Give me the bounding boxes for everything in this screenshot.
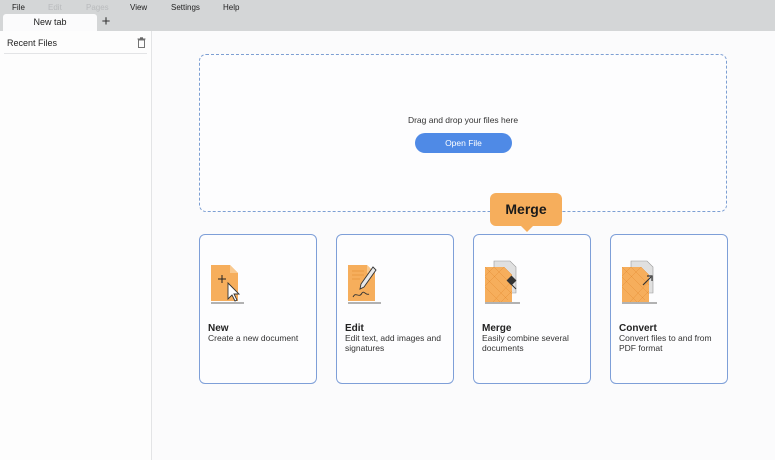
new-document-icon [211,265,244,304]
card-convert[interactable]: Convert Convert files to and from PDF fo… [610,234,728,384]
tooltip-arrow [521,226,533,232]
drop-hint: Drag and drop your files here [407,115,519,125]
tab-new-tab[interactable]: New tab [3,14,97,31]
menu-edit[interactable]: Edit [48,3,62,12]
sidebar: Recent Files [0,31,152,460]
edit-document-icon [348,265,381,304]
tab-strip: New tab + [0,14,775,31]
menu-bar: File Edit Pages View Settings Help [0,0,775,14]
card-edit[interactable]: Edit Edit text, add images and signature… [336,234,454,384]
menu-pages[interactable]: Pages [86,3,109,12]
card-description: Easily combine several documents [482,333,569,353]
card-description: Edit text, add images and signatures [345,333,441,353]
menu-view[interactable]: View [130,3,147,12]
main-area: Drag and drop your files here Open File … [152,31,775,460]
card-merge[interactable]: Merge Easily combine several documents [473,234,591,384]
merge-tooltip: Merge [490,193,562,226]
card-description: Convert files to and from PDF format [619,333,712,353]
trash-icon[interactable] [137,37,146,48]
sidebar-divider [4,53,147,54]
card-description: Create a new document [208,333,299,343]
merge-documents-icon [484,260,520,304]
menu-settings[interactable]: Settings [171,3,200,12]
recent-files-title: Recent Files [7,38,58,48]
drop-zone[interactable]: Drag and drop your files here Open File [199,54,727,212]
add-tab-button[interactable]: + [99,14,113,30]
menu-help[interactable]: Help [223,3,239,12]
open-file-button[interactable]: Open File [415,133,512,153]
menu-file[interactable]: File [12,3,25,12]
convert-document-icon [621,260,657,304]
card-new[interactable]: New Create a new document [199,234,317,384]
